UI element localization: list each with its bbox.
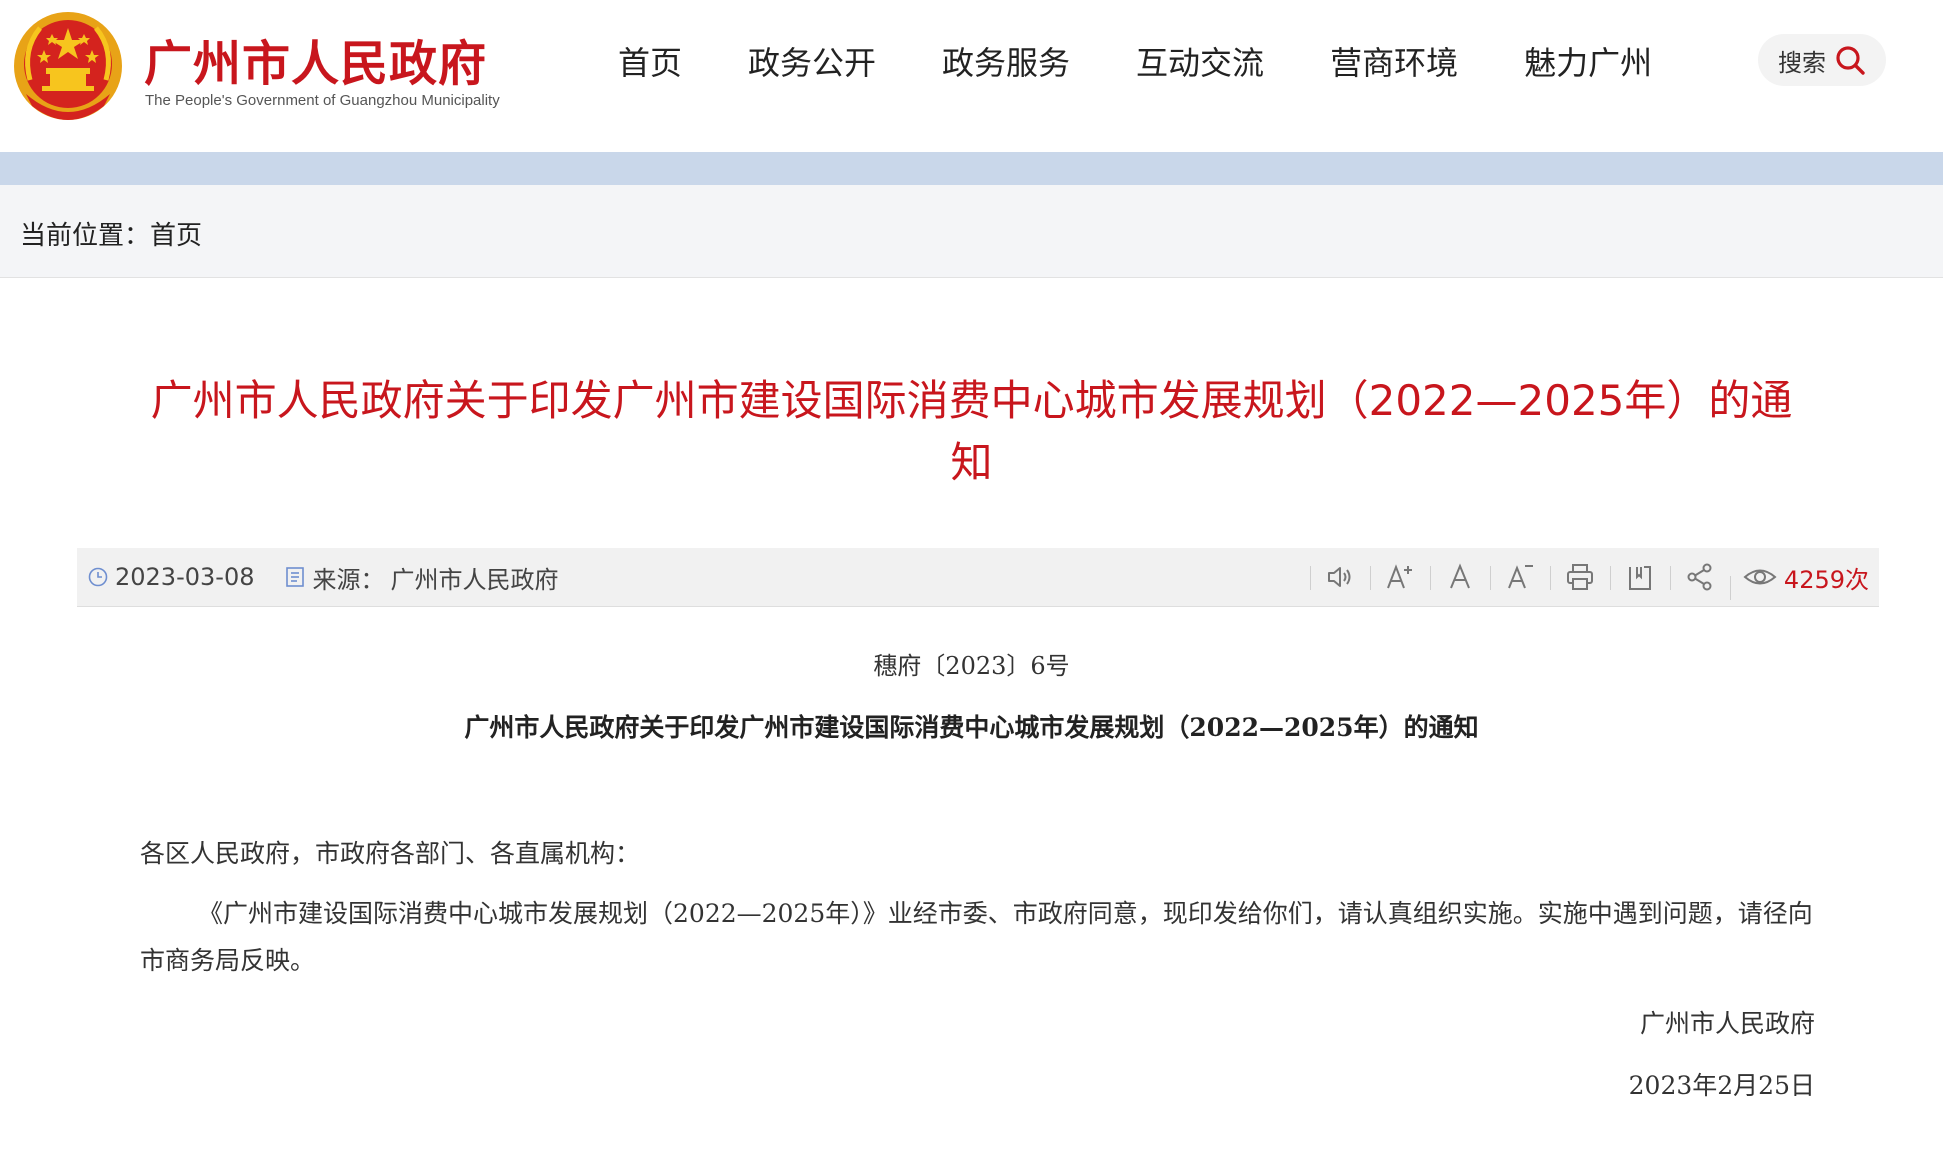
print-icon xyxy=(1566,564,1593,590)
eye-icon xyxy=(1743,569,1777,585)
breadcrumb-prefix: 当前位置： xyxy=(20,221,151,251)
source-label: 来源： xyxy=(312,565,385,594)
nav-item-charm-guangzhou[interactable]: 魅力广州 xyxy=(1491,38,1685,88)
read-aloud-button[interactable] xyxy=(1309,548,1370,606)
document-body: 《广州市建设国际消费中心城市发展规划（2022—2025年）》业经市委、市政府同… xyxy=(140,899,1813,975)
article-source: 来源： 广州市人民政府 xyxy=(284,560,558,595)
search-icon xyxy=(1836,46,1865,75)
site-header: 广州市人民政府 The People's Government of Guang… xyxy=(0,0,1943,152)
publish-date: 2023-03-08 xyxy=(87,563,254,591)
banner-strip xyxy=(0,152,1943,185)
share-button[interactable] xyxy=(1669,548,1730,606)
site-subtitle: The People's Government of Guangzhou Mun… xyxy=(145,92,500,109)
font-increase-button[interactable] xyxy=(1369,548,1430,606)
nav-item-government-affairs[interactable]: 政务公开 xyxy=(715,38,909,88)
document-salutation: 各区人民政府，市政府各部门、各直属机构： xyxy=(140,839,641,868)
font-decrease-icon xyxy=(1507,565,1533,589)
breadcrumb-home-link[interactable]: 首页 xyxy=(150,221,202,251)
article-title: 广州市人民政府关于印发广州市建设国际消费中心城市发展规划（2022—2025年）… xyxy=(150,376,1793,487)
article-meta-bar: 2023-03-08 来源： 广州市人民政府 4259次 xyxy=(77,548,1879,607)
nav-item-government-services[interactable]: 政务服务 xyxy=(909,38,1103,88)
breadcrumb-bar: 当前位置：首页 xyxy=(0,185,1943,278)
site-title[interactable]: 广州市人民政府 xyxy=(144,24,487,94)
search-label: 搜索 xyxy=(1778,48,1826,77)
nav-item-business-environment[interactable]: 营商环境 xyxy=(1297,38,1491,88)
font-increase-icon xyxy=(1386,564,1412,589)
bookmark-icon xyxy=(1628,566,1651,590)
document-icon xyxy=(286,567,305,587)
document-number: 穗府〔2023〕6号 xyxy=(873,652,1070,680)
bookmark-button[interactable] xyxy=(1609,548,1670,606)
view-count-text: 4259次 xyxy=(1783,565,1869,594)
clock-icon xyxy=(88,567,108,587)
print-button[interactable] xyxy=(1549,548,1610,606)
font-reset-button[interactable] xyxy=(1429,548,1490,606)
source-text: 广州市人民政府 xyxy=(390,565,559,594)
audio-icon xyxy=(1327,567,1351,587)
font-reset-icon xyxy=(1449,563,1470,589)
share-icon xyxy=(1687,563,1712,591)
national-emblem-logo[interactable] xyxy=(12,10,124,128)
article-meta: 2023-03-08 来源： 广州市人民政府 xyxy=(87,548,588,606)
publish-date-text: 2023-03-08 xyxy=(115,563,255,591)
breadcrumb: 当前位置：首页 xyxy=(20,215,202,252)
nav-item-interaction[interactable]: 互动交流 xyxy=(1103,38,1297,88)
view-count: 4259次 xyxy=(1729,559,1869,600)
search-button[interactable]: 搜索 xyxy=(1758,34,1886,86)
main-nav: 首页 政务公开 政务服务 互动交流 营商环境 魅力广州 xyxy=(590,38,1685,88)
font-decrease-button[interactable] xyxy=(1489,548,1550,606)
document-title: 广州市人民政府关于印发广州市建设国际消费中心城市发展规划（2022—2025年）… xyxy=(464,713,1479,742)
signature-date: 2023年2月25日 xyxy=(1628,1071,1815,1100)
signature-organization: 广州市人民政府 xyxy=(1639,1009,1815,1038)
nav-item-home[interactable]: 首页 xyxy=(590,38,715,88)
article-tools: 4259次 xyxy=(1309,548,1869,606)
